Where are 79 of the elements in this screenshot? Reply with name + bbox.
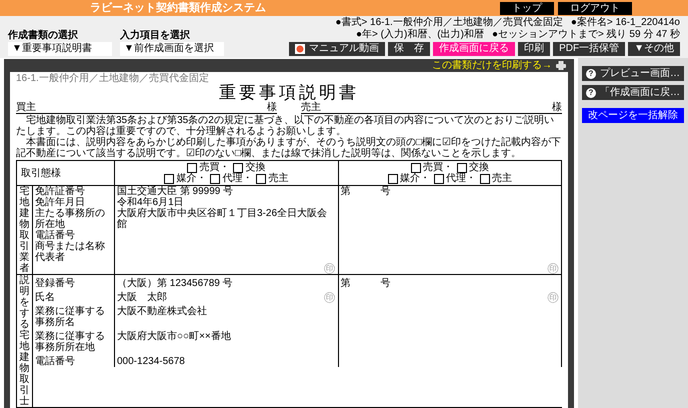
toolbar-button[interactable]: ▼その他 [628,42,680,56]
field-value: 000-1234-5678 [117,356,185,367]
party-label: 買主 [16,102,36,113]
field-label: 氏名 [33,289,115,303]
option-label: 媒介・ [176,173,206,184]
option-label: 売主 [268,173,288,184]
party-label: 売主 [301,102,321,113]
field-value: 大阪府大阪市○○町××番地 [117,331,231,344]
seal-mark: ㊞ [547,292,559,303]
info-text: ●年> (入力)和暦、(出力)和暦 [356,29,484,40]
checkbox[interactable] [164,174,174,184]
honorific-text: 様 [267,102,277,113]
field-value: 大阪 太郎 [117,292,167,303]
page-break-button[interactable]: 改ページを一括解除 [582,108,684,123]
intro-paragraph: 宅地建物取引業法第35条および第35条の2の規定に基づき、以下の不動産の各項目の内容について次のとおりご説明いたします。この内容は重要ですので、十分理解されるようお願いします。 [16,115,555,137]
group-label: 宅地建物取引業者 [20,186,30,274]
option-label: 代理・ [446,173,476,184]
option-label: 交換 [468,162,489,173]
option-label: 代理・ [222,173,252,184]
header-button[interactable]: ログアウト [558,2,632,14]
info-text: ●書式> 16-1.一般仲介用／土地建物／売買代金固定 [335,17,563,28]
select-field[interactable]: ▼重要事項説明書 [8,42,112,56]
select-field[interactable]: ▼前作成画面を選択 [120,42,224,56]
field-label: 主たる事務所の所在地 [35,208,106,230]
help-icon: ? [586,88,596,98]
table-cell: 取引態様 [17,161,115,186]
field-value: 令和4年6月1日 [117,197,184,208]
checkbox[interactable] [233,162,244,172]
checkbox[interactable] [410,162,421,172]
field-label: 登録番号 [33,275,115,289]
checkbox[interactable] [388,174,398,184]
checkbox[interactable] [256,174,266,184]
info-text: ●案件名> 16-1_220414o [570,17,680,28]
honorific-text: 様 [552,102,562,113]
field-value: 第 号 [340,186,392,197]
intro-paragraph: 本書面には、説明内容をあらかじめ印刷した事項がありますが、そのうち説明文の頭の□欄に☑印をつけた記載内容が下記不動産について該当する説明です。☑印のない□欄、または線で抹消した説明等は、関係ないことを示します。 [16,137,562,159]
toolbar-button[interactable]: 印刷 [518,42,550,56]
toolbar-button[interactable]: 作成画面に戻る [433,42,516,56]
select-label: 作成書類の選択 [8,30,79,41]
group-label: 説明をする宅地建物取引士 [20,275,30,407]
checkbox[interactable] [480,174,490,184]
seal-mark: ㊞ [324,292,336,303]
help-button[interactable]: ? 「作成画面に戻… [582,85,684,100]
field-value: 大阪不動産株式会社 [117,306,207,319]
header-button[interactable]: トップ [500,2,554,14]
checkbox[interactable] [187,162,198,172]
option-label: 売買・ [422,162,453,173]
field-label: 業務に従事する事務所所在地 [33,328,115,353]
field-label: 業務に従事する事務所名 [33,303,115,328]
field-label: 電話番号 [35,230,76,241]
document-title: 重要事項説明書 [218,84,360,102]
select-label: 入力項目を選択 [120,30,191,41]
info-text: ●セッションアウトまで> 残り 59 分 47 秒 [492,29,680,40]
checkbox[interactable] [456,162,467,172]
field-value: 第 号 [340,278,390,289]
app-title: ラビーネット契約書類作成システム [90,0,266,16]
option-label: 媒介・ [400,173,430,184]
print-link[interactable]: この書類だけを印刷する→ [432,59,552,72]
option-label: 売買・ [199,162,230,173]
seal-mark: ㊞ [324,263,336,274]
toolbar-button[interactable]: PDF一括保管 [553,42,626,56]
help-icon: ? [586,68,596,78]
field-value: （大阪）第 123456789 号 [117,278,233,289]
seal-mark: ㊞ [547,263,559,274]
option-label: 交換 [245,162,266,173]
option-label: 売主 [492,173,512,184]
checkbox[interactable] [434,174,444,184]
field-label: 代表者 [35,252,66,263]
help-button[interactable]: ? プレビュー画面… [582,66,684,81]
field-label: 電話番号 [33,353,115,367]
toolbar-button[interactable]: マニュアル動画 [289,42,386,56]
field-value: 大阪府大阪市中央区谷町１丁目3-26全日大阪会館 [117,208,328,230]
field-label: 免許年月日 [35,197,85,208]
checkbox[interactable] [210,174,220,184]
field-label: 商号または名称 [35,241,106,252]
field-value: 国土交通大臣 第 99999 号 [117,186,234,197]
toolbar-button[interactable]: 保 存 [388,42,430,56]
field-label: 免許証番号 [35,186,86,197]
form-label: 16-1.一般仲介用／土地建物／売買代金固定 [16,73,210,84]
